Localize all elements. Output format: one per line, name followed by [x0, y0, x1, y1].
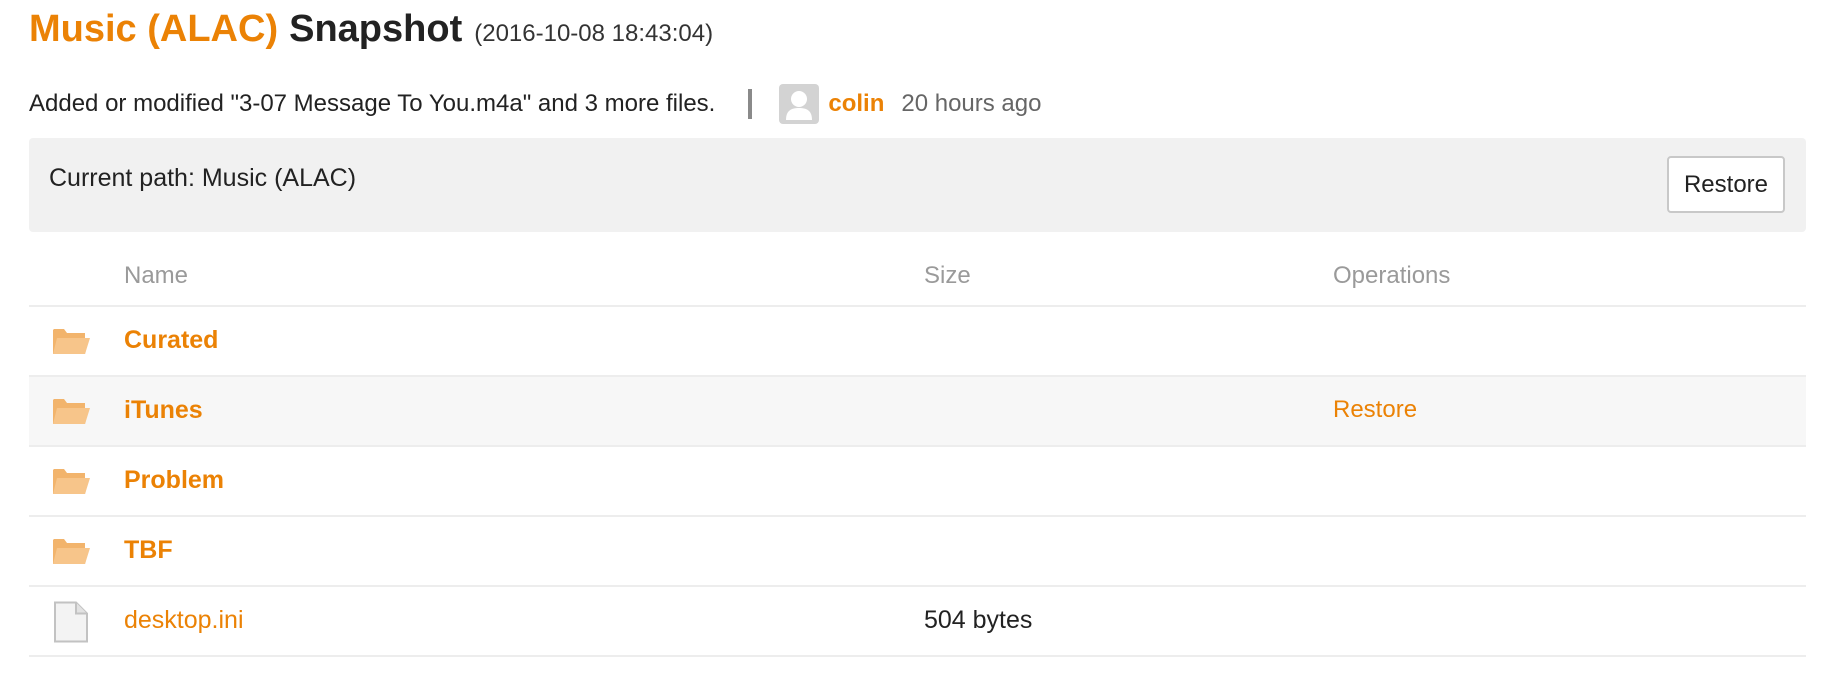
folder-link[interactable]: iTunes [124, 396, 203, 425]
commit-time-ago: 20 hours ago [901, 90, 1042, 117]
folder-icon [51, 531, 91, 571]
folder-link[interactable]: TBF [124, 536, 173, 565]
folder-icon [51, 461, 91, 501]
folder-icon [51, 391, 91, 431]
table-header: Name Size Operations [29, 248, 1806, 307]
user-link[interactable]: colin [828, 90, 884, 118]
column-header-name: Name [124, 262, 189, 289]
size-cell: 504 bytes [924, 606, 1033, 634]
page-title: Music (ALAC) Snapshot (2016-10-08 18:43:… [29, 8, 713, 64]
repo-name: Music (ALAC) [29, 8, 279, 50]
snapshot-page: Music (ALAC) Snapshot (2016-10-08 18:43:… [0, 0, 1825, 693]
restore-button[interactable]: Restore [1667, 156, 1785, 213]
current-path: Current path: Music (ALAC) [49, 164, 357, 192]
snapshot-title: Snapshot [289, 8, 463, 50]
file-icon [51, 601, 91, 643]
table-row[interactable]: Curated [29, 307, 1806, 377]
table-row[interactable]: TBF [29, 517, 1806, 587]
file-table: Name Size Operations Curated iTunes Rest… [29, 248, 1806, 657]
folder-link[interactable]: Problem [124, 466, 224, 495]
table-row[interactable]: iTunes Restore [29, 377, 1806, 447]
table-row[interactable]: desktop.ini 504 bytes [29, 587, 1806, 657]
column-header-operations: Operations [1333, 262, 1451, 289]
separator [748, 89, 753, 119]
current-path-panel: Current path: Music (ALAC) Restore [29, 138, 1806, 232]
restore-link[interactable]: Restore [1333, 396, 1417, 424]
column-header-size: Size [924, 262, 971, 289]
commit-info: Added or modified "3-07 Message To You.m… [29, 84, 1041, 124]
table-row[interactable]: Problem [29, 447, 1806, 517]
user-avatar-icon[interactable] [779, 84, 820, 124]
file-link[interactable]: desktop.ini [124, 606, 244, 635]
snapshot-timestamp: (2016-10-08 18:43:04) [474, 20, 714, 47]
folder-link[interactable]: Curated [124, 326, 218, 355]
folder-icon [51, 321, 91, 361]
commit-description: Added or modified "3-07 Message To You.m… [29, 90, 716, 117]
